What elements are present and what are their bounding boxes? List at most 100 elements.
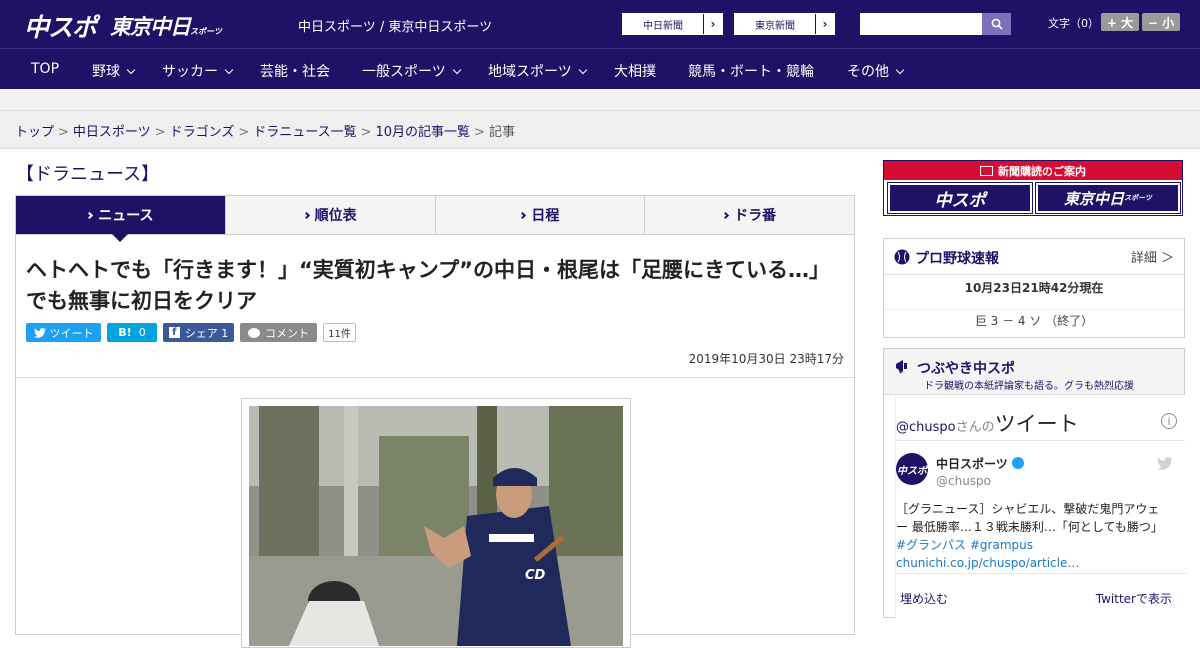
article: ヘトヘトでも「行きます！」“実質初キャンプ”の中日・根尾は「足腰にきている…」で… bbox=[15, 235, 855, 648]
tab-standings[interactable]: 順位表 bbox=[225, 196, 436, 234]
tokyo-chunichi-logo[interactable]: 東京中日スポーツ bbox=[110, 11, 222, 41]
chuspo-subscribe-logo[interactable]: 中スポ bbox=[887, 182, 1033, 214]
timeline-handle-suffix: さんの bbox=[955, 420, 995, 435]
arrow-right-icon: › bbox=[710, 17, 716, 31]
timeline-handle-name: @chuspo bbox=[896, 420, 956, 435]
tab-dora-ban[interactable]: ドラ番 bbox=[645, 196, 854, 234]
dragons-tabs: ニュース 順位表 日程 ドラ番 bbox=[15, 195, 855, 242]
tweet-link[interactable]: chunichi.co.jp/chuspo/article… bbox=[896, 556, 1079, 570]
nav-item-racing[interactable]: 競馬・ボート・競輪 bbox=[688, 61, 814, 81]
breadcrumb-link[interactable]: ドラゴンズ bbox=[170, 125, 235, 140]
tweet-button[interactable]: ツイート bbox=[26, 323, 101, 342]
chevron-down-icon bbox=[224, 65, 234, 75]
ext-link-label: 中日新聞 bbox=[623, 14, 704, 34]
breadcrumb-separator: > bbox=[360, 125, 372, 140]
main-nav: TOP 野球 サッカー 芸能・社会 一般スポーツ 地域スポーツ 大相撲 競馬・ボ… bbox=[0, 48, 1200, 89]
hatena-icon: B! bbox=[118, 326, 132, 339]
view-on-twitter-link[interactable]: Twitterで表示 bbox=[1096, 590, 1172, 607]
chuspo-logo[interactable]: 中スポ bbox=[24, 8, 97, 44]
font-bigger-button[interactable]: + 大 bbox=[1101, 13, 1139, 31]
baseball-practice-photo bbox=[249, 406, 623, 646]
tab-label: 順位表 bbox=[314, 208, 357, 224]
tab-news[interactable]: ニュース bbox=[16, 196, 226, 242]
breadcrumb-separator: > bbox=[154, 125, 166, 140]
ad-band bbox=[0, 89, 1200, 111]
tweet-user-name-text: 中日スポーツ bbox=[936, 457, 1008, 471]
tab-schedule[interactable]: 日程 bbox=[435, 196, 646, 234]
nav-item-soccer[interactable]: サッカー bbox=[162, 61, 234, 81]
scoreboard-more-link[interactable]: 詳細 ＞ bbox=[1131, 247, 1174, 266]
verified-badge-icon bbox=[1011, 457, 1024, 469]
arrow-right-icon: › bbox=[822, 17, 828, 31]
tokyo-chunichi-subscribe-logo[interactable]: 東京中日 スポーツ bbox=[1035, 182, 1181, 214]
breadcrumb-link[interactable]: トップ bbox=[15, 125, 54, 140]
breadcrumb-link[interactable]: 10月の記事一覧 bbox=[376, 125, 471, 140]
nav-label: 大相撲 bbox=[614, 64, 656, 80]
tokyo-logo-sub: スポーツ bbox=[190, 27, 222, 36]
tweet-user-name[interactable]: 中日スポーツ bbox=[936, 455, 1024, 472]
twitter-bird-icon bbox=[33, 327, 46, 338]
scoreboard-title: プロ野球速報 bbox=[915, 251, 999, 267]
subscription-title: 新聞購読のご案内 bbox=[998, 164, 1086, 178]
nav-label: 野球 bbox=[92, 64, 120, 80]
scoreboard-header: プロ野球速報 詳細 ＞ bbox=[884, 239, 1184, 275]
breadcrumb-link[interactable]: ドラニュース一覧 bbox=[253, 125, 356, 140]
nav-item-top[interactable]: TOP bbox=[31, 61, 59, 77]
nav-item-sumo[interactable]: 大相撲 bbox=[614, 61, 656, 81]
comment-label: コメント bbox=[265, 326, 309, 340]
tokyo-shimbun-link[interactable]: 東京新聞 › bbox=[734, 13, 835, 35]
facebook-share-button[interactable]: f シェア 1 bbox=[163, 323, 234, 342]
nav-label: 地域スポーツ bbox=[488, 64, 572, 80]
nav-item-entertainment[interactable]: 芸能・社会 bbox=[260, 61, 330, 81]
nav-label: サッカー bbox=[162, 64, 218, 80]
tab-label: 日程 bbox=[531, 208, 560, 224]
baseball-icon bbox=[894, 249, 910, 265]
tweet-body: ［グラニュース］シャビエル、撃破だ鬼門アウェー 最低勝率…１３戦未勝利…「何とし… bbox=[896, 502, 1163, 534]
avatar[interactable]: 中スポ bbox=[896, 453, 928, 485]
tweet-text: ［グラニュース］シャビエル、撃破だ鬼門アウェー 最低勝率…１３戦未勝利…「何とし… bbox=[896, 500, 1166, 572]
embed-link[interactable]: 埋め込む bbox=[900, 590, 948, 607]
subscription-banner[interactable]: 新聞購読のご案内 中スポ 東京中日 スポーツ bbox=[883, 160, 1183, 216]
comment-button[interactable]: コメント bbox=[240, 323, 317, 342]
chevron-down-icon bbox=[895, 65, 905, 75]
breadcrumb-link[interactable]: 中日スポーツ bbox=[73, 125, 151, 140]
game-score[interactable]: 巨 3 － 4 ソ （終了） bbox=[884, 309, 1184, 329]
search-button[interactable] bbox=[982, 13, 1011, 35]
search-box bbox=[860, 13, 1011, 35]
twitter-widget-header: つぶやき中スポ ドラ観戦の本紙評論家も語る。グラも熱烈応援 bbox=[884, 349, 1184, 395]
tab-label: ニュース bbox=[98, 208, 154, 224]
info-icon[interactable]: i bbox=[1161, 413, 1177, 429]
tab-label: ドラ番 bbox=[734, 208, 777, 224]
scoreboard-time: 10月23日21時42分現在 bbox=[964, 281, 1104, 295]
megaphone-icon bbox=[896, 360, 907, 374]
font-size-label: 文字（0） bbox=[1048, 17, 1099, 30]
tweet-user-handle[interactable]: @chuspo bbox=[936, 474, 991, 488]
timeline-tweets-word: ツイート bbox=[994, 412, 1079, 436]
timeline-handle[interactable]: @chuspoさんのツイート bbox=[896, 408, 1079, 438]
nav-item-other[interactable]: その他 bbox=[847, 61, 905, 81]
chevron-right-icon bbox=[722, 211, 730, 219]
tokyo-subscribe-sub: スポーツ bbox=[1124, 194, 1152, 202]
site-header: 中スポ 東京中日スポーツ 中日スポーツ / 東京中日スポーツ 中日新聞 › 東京… bbox=[0, 0, 1200, 48]
article-headline: ヘトヘトでも「行きます！」“実質初キャンプ”の中日・根尾は「足腰にきている…」で… bbox=[26, 258, 830, 313]
nav-item-local-sports[interactable]: 地域スポーツ bbox=[488, 61, 587, 81]
speech-bubble-icon bbox=[248, 327, 260, 338]
nav-item-general-sports[interactable]: 一般スポーツ bbox=[362, 61, 461, 81]
font-smaller-button[interactable]: − 小 bbox=[1142, 13, 1180, 31]
chunichi-shimbun-link[interactable]: 中日新聞 › bbox=[622, 13, 723, 35]
chevron-right-icon bbox=[86, 211, 94, 219]
tweet-hashtags[interactable]: #グランパス #grampus bbox=[896, 538, 1033, 552]
tweet-label: ツイート bbox=[49, 326, 94, 340]
ext-link-label: 東京新聞 bbox=[735, 14, 816, 34]
timeline-footer: 埋め込む Twitterで表示 bbox=[896, 573, 1186, 619]
article-photo-frame: CD bbox=[241, 398, 631, 648]
subscription-header: 新聞購読のご案内 bbox=[884, 161, 1182, 180]
hatena-bookmark-button[interactable]: B! 0 bbox=[107, 323, 157, 342]
nav-label: その他 bbox=[847, 64, 889, 80]
twitter-widget-title: つぶやき中スポ bbox=[917, 361, 1015, 377]
nav-label: 一般スポーツ bbox=[362, 64, 446, 80]
nav-item-baseball[interactable]: 野球 bbox=[92, 61, 136, 81]
search-input[interactable] bbox=[860, 13, 982, 35]
nav-label: 芸能・社会 bbox=[260, 64, 330, 80]
timeline-header: @chuspoさんのツイート i bbox=[896, 395, 1185, 441]
